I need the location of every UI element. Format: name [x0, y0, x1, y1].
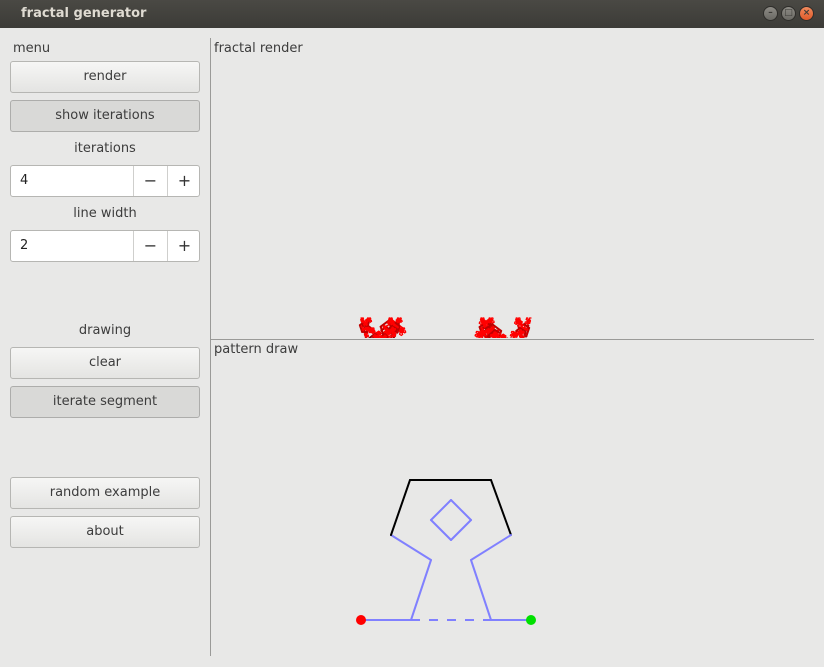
iterations-value[interactable]: 4: [20, 173, 28, 188]
menu-heading: menu: [13, 41, 51, 56]
iterations-decrement-button[interactable]: −: [133, 166, 167, 196]
iterate-segment-button[interactable]: iterate segment: [10, 386, 200, 418]
fractal-segment: [478, 335, 481, 338]
maximize-icon[interactable]: □: [781, 6, 796, 21]
clear-button[interactable]: clear: [10, 347, 200, 379]
drawing-heading: drawing: [78, 323, 132, 338]
line-width-decrement-button[interactable]: −: [133, 231, 167, 261]
about-button[interactable]: about: [10, 516, 200, 548]
show-iterations-button[interactable]: show iterations: [10, 100, 200, 132]
close-icon[interactable]: ×: [799, 6, 814, 21]
window-title: fractal generator: [21, 6, 147, 21]
line-width-heading: line width: [73, 206, 137, 221]
line-width-increment-button[interactable]: +: [167, 231, 201, 261]
random-example-button[interactable]: random example: [10, 477, 200, 509]
line-width-spinbox[interactable]: 2 − +: [10, 230, 200, 262]
iterations-heading: iterations: [74, 141, 136, 156]
horizontal-divider: [211, 339, 814, 340]
iterations-spinbox[interactable]: 4 − +: [10, 165, 200, 197]
line-width-value[interactable]: 2: [20, 238, 28, 253]
minimize-icon[interactable]: –: [763, 6, 778, 21]
iterations-increment-button[interactable]: +: [167, 166, 201, 196]
render-button[interactable]: render: [10, 61, 200, 93]
fractal-render-canvas[interactable]: [211, 40, 814, 338]
title-bar: fractal generator – □ ×: [0, 0, 824, 28]
